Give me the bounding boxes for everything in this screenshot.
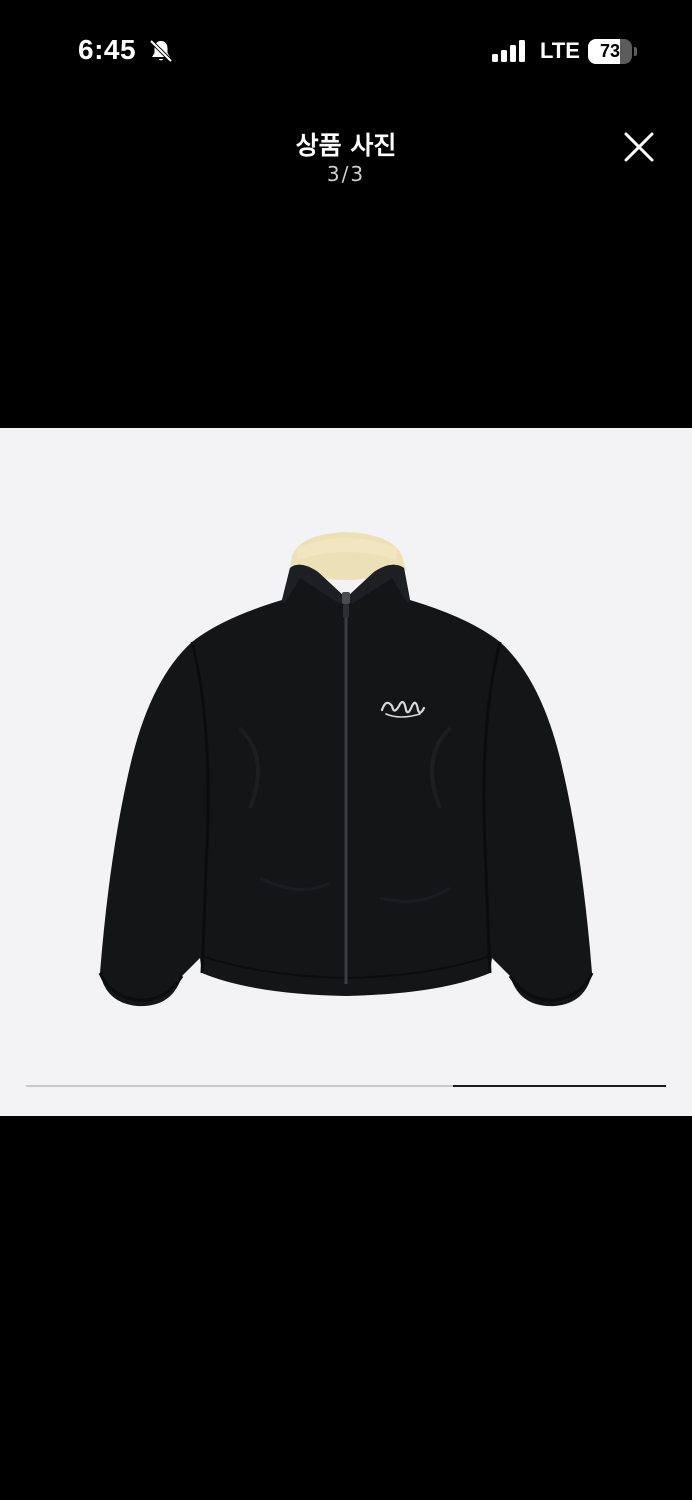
- battery-percentage: 73: [599, 41, 621, 61]
- product-photo: [98, 532, 594, 1007]
- close-icon[interactable]: [616, 124, 662, 170]
- bell-slash-icon: [149, 39, 173, 63]
- product-photo-slide[interactable]: [0, 428, 692, 1116]
- status-time: 6:45: [78, 34, 137, 65]
- photo-viewer-screen: 6:45 LTE 73 상품 사진 3/3: [0, 0, 692, 1500]
- photo-counter: 3/3: [326, 162, 366, 186]
- cellular-signal-icon: [492, 40, 525, 62]
- network-type: LTE: [540, 38, 580, 63]
- status-bar: 6:45 LTE 73: [0, 0, 692, 100]
- gallery-progress-active: [452, 1085, 666, 1087]
- gallery-progress-track: [26, 1085, 666, 1087]
- viewer-header: 상품 사진 3/3: [0, 110, 692, 200]
- battery-icon: 73: [588, 39, 638, 64]
- page-title: 상품 사진: [295, 131, 397, 160]
